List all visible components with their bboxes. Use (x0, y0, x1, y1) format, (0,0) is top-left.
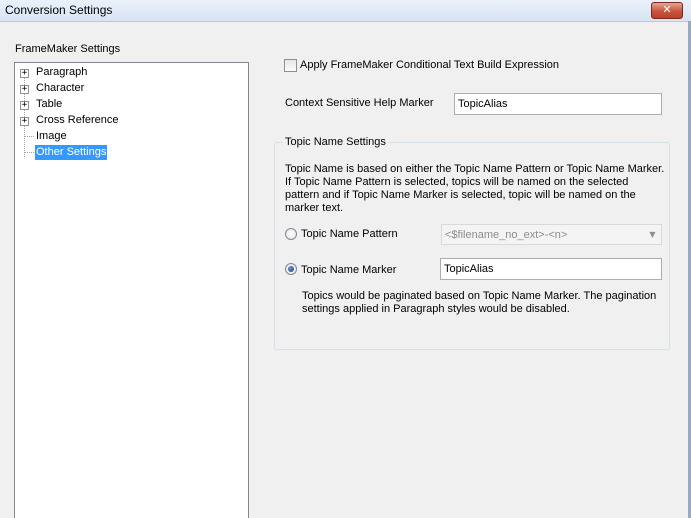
expand-paragraph-icon[interactable]: + (20, 69, 29, 78)
expand-character-icon[interactable]: + (20, 85, 29, 94)
tree-connector (25, 136, 34, 137)
topic-name-marker-label[interactable]: Topic Name Marker (301, 264, 396, 276)
topic-name-pattern-label[interactable]: Topic Name Pattern (301, 228, 398, 240)
topic-name-marker-radio[interactable] (285, 263, 297, 275)
conditional-text-label[interactable]: Apply FrameMaker Conditional Text Build … (300, 59, 559, 71)
tree-item-paragraph[interactable]: Paragraph (35, 65, 88, 80)
pagination-note: Topics would be paginated based on Topic… (302, 290, 657, 315)
tree-item-other-settings[interactable]: Other Settings (35, 145, 108, 160)
chevron-down-icon[interactable]: ▼ (644, 225, 661, 244)
close-button[interactable]: ✕ (651, 2, 683, 19)
cshm-input[interactable]: TopicAlias (454, 93, 662, 115)
expand-table-icon[interactable]: + (20, 101, 29, 110)
tree-connector (25, 152, 34, 153)
window-title: Conversion Settings (5, 3, 113, 17)
topic-name-pattern-radio[interactable] (285, 228, 297, 240)
tree-item-character[interactable]: Character (35, 81, 85, 96)
topic-name-pattern-value: <$filename_no_ext>-<n> (445, 229, 568, 241)
topic-name-settings-title: Topic Name Settings (283, 136, 388, 148)
framemaker-settings-label: FrameMaker Settings (15, 43, 121, 55)
tree-item-cross-reference[interactable]: Cross Reference (35, 113, 120, 128)
cshm-label: Context Sensitive Help Marker (285, 97, 434, 109)
topic-name-pattern-select[interactable]: <$filename_no_ext>-<n> ▼ (441, 224, 662, 245)
conditional-text-checkbox[interactable] (284, 59, 297, 72)
expand-cross-reference-icon[interactable]: + (20, 117, 29, 126)
tree-item-image[interactable]: Image (35, 129, 68, 144)
close-icon: ✕ (662, 3, 672, 16)
tree-item-table[interactable]: Table (35, 97, 63, 112)
settings-tree[interactable]: + Paragraph + Character + Table + Cross … (14, 62, 249, 518)
radio-selected-dot (288, 266, 294, 272)
topic-name-marker-input[interactable]: TopicAlias (440, 258, 662, 280)
topic-name-description: Topic Name is based on either the Topic … (285, 163, 665, 214)
title-bar: Conversion Settings ✕ (0, 0, 691, 22)
